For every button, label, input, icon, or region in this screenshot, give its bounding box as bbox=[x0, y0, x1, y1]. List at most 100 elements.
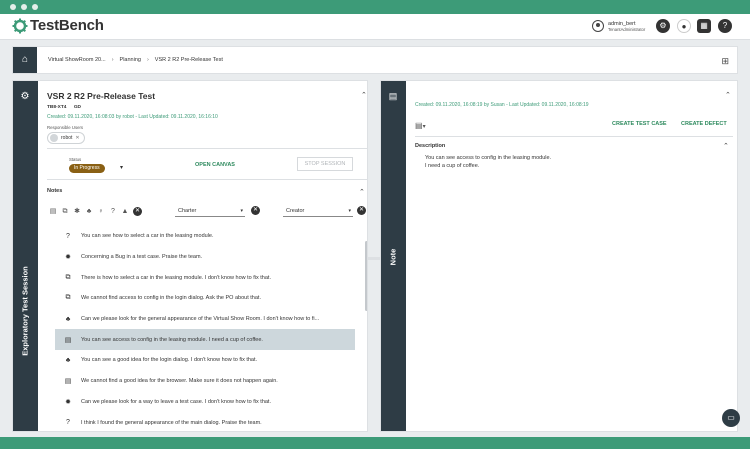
status-label: Status bbox=[69, 157, 82, 162]
breadcrumb-planning[interactable]: Planning bbox=[120, 57, 141, 63]
clear-filter-icon[interactable]: ✕ bbox=[133, 207, 142, 216]
note-text: You can see access to config in the leas… bbox=[81, 336, 263, 343]
filter-puzzle-icon[interactable]: ⧉ bbox=[61, 208, 69, 216]
window-minimize-dot[interactable] bbox=[21, 4, 27, 10]
window-chrome bbox=[0, 0, 750, 14]
notes-list: ? You can see how to select a car in the … bbox=[55, 226, 355, 431]
session-created-info: Created: 09.11.2020, 16:08:03 by robot -… bbox=[47, 114, 218, 120]
calendar-icon[interactable]: ▦ bbox=[697, 19, 711, 33]
note-list-item[interactable]: ✹ Can we please look for a way to leave a… bbox=[55, 392, 355, 413]
window-maximize-dot[interactable] bbox=[32, 4, 38, 10]
testbench-logo[interactable]: TestBench bbox=[12, 17, 104, 34]
help-icon[interactable]: ? bbox=[718, 19, 732, 33]
breadcrumb: Virtual ShowRoom 20... › Planning › VSR … bbox=[48, 57, 223, 63]
create-defect-button[interactable]: CREATE DEFECT bbox=[681, 121, 727, 127]
breadcrumb-session[interactable]: VSR 2 R2 Pre-Release Test bbox=[155, 57, 223, 63]
filter-thumbs-up-icon[interactable]: ♣ bbox=[85, 208, 93, 216]
note-list-item[interactable]: ▤ You can see access to config in the lea… bbox=[55, 329, 355, 351]
breadcrumb-bar: ⌂ Virtual ShowRoom 20... › Planning › VS… bbox=[12, 46, 738, 74]
caret-down-icon: ▾ bbox=[240, 208, 243, 214]
session-panel: ⚙ Exploratory Test Session VSR 2 R2 Pre-… bbox=[12, 80, 368, 432]
calendar-icon: ▤ bbox=[388, 91, 398, 101]
note-list-item[interactable]: ✹ Concerning a Bug in a test case. Praise… bbox=[55, 247, 355, 268]
thumbs-up-icon: ♣ bbox=[65, 315, 71, 323]
chevron-up-icon[interactable]: ⌃ bbox=[361, 91, 367, 99]
note-type-select[interactable]: ▤▾ bbox=[415, 121, 426, 130]
panel-splitter[interactable] bbox=[368, 257, 380, 260]
note-list-item[interactable]: ♣ You can see a good idea for the login d… bbox=[55, 350, 355, 371]
gear-icon: ⚙ bbox=[20, 91, 30, 102]
creator-select[interactable]: Creator ▾ bbox=[283, 205, 353, 217]
filter-bug-icon[interactable]: ✱ bbox=[73, 208, 81, 216]
charter-select[interactable]: Charter ▾ bbox=[175, 205, 245, 217]
note-text: We cannot find a good idea for the brows… bbox=[81, 378, 278, 385]
responsible-users-label: Responsible Users bbox=[47, 125, 84, 130]
chat-button[interactable]: ▭ bbox=[722, 409, 740, 427]
settings-gear-icon[interactable]: ⚙ bbox=[656, 19, 670, 33]
charter-select-value: Charter bbox=[178, 208, 197, 214]
session-title: VSR 2 R2 Pre-Release Test bbox=[47, 91, 156, 101]
chevron-up-icon[interactable]: ⌃ bbox=[723, 142, 729, 150]
session-strip-label: Exploratory Test Session bbox=[20, 266, 30, 356]
note-strip-label: Note bbox=[388, 248, 398, 266]
note-list-item[interactable]: ▤ We cannot find a good idea for the brow… bbox=[55, 371, 355, 392]
remove-chip-icon[interactable]: ✕ bbox=[75, 135, 79, 141]
session-side-strip: ⚙ Exploratory Test Session bbox=[13, 81, 38, 431]
bug-icon: ✹ bbox=[65, 398, 71, 406]
note-list-item[interactable]: ♣ Can we please look for the general appe… bbox=[55, 309, 355, 330]
question-icon: ? bbox=[66, 419, 70, 427]
app-header: TestBench admin_bert TenantAdministrator… bbox=[0, 14, 750, 40]
filter-calendar-icon[interactable]: ▤ bbox=[49, 208, 57, 216]
session-meta: TB8-XT4 GD bbox=[47, 105, 81, 110]
description-text[interactable]: You can see access to config in the leas… bbox=[425, 155, 685, 170]
note-text: We cannot find access to config in the l… bbox=[81, 295, 261, 302]
question-icon: ? bbox=[66, 232, 70, 240]
calendar-icon: ▤ bbox=[64, 336, 72, 344]
window-close-dot[interactable] bbox=[10, 4, 16, 10]
note-list-item[interactable]: ? I think I found the general appearance … bbox=[55, 412, 355, 431]
note-list-item[interactable]: ⧉ There is how to select a car in the lea… bbox=[55, 267, 355, 288]
user-avatar-icon bbox=[592, 20, 604, 32]
note-panel: ▤ Note ⌃ Created: 09.11.2020, 16:08:19 b… bbox=[380, 80, 738, 432]
puzzle-icon: ⧉ bbox=[65, 273, 71, 281]
note-created-info: Created: 09.11.2020, 16:08:19 by Susan -… bbox=[415, 102, 589, 108]
open-canvas-button[interactable]: OPEN CANVAS bbox=[177, 158, 253, 172]
notification-icon[interactable]: ● bbox=[677, 19, 691, 33]
home-button[interactable]: ⌂ bbox=[13, 47, 37, 73]
created-by-link[interactable]: Susan bbox=[491, 102, 505, 108]
note-list-item[interactable]: ? You can see how to select a car in the … bbox=[55, 226, 355, 247]
chevron-up-icon[interactable]: ⌃ bbox=[359, 188, 365, 196]
breadcrumb-project[interactable]: Virtual ShowRoom 20... bbox=[48, 57, 106, 63]
caret-down-icon: ▾ bbox=[422, 124, 426, 130]
filter-warning-icon[interactable]: ▲ bbox=[121, 208, 129, 216]
divider bbox=[415, 136, 733, 137]
note-text: I think I found the general appearance o… bbox=[81, 419, 262, 426]
creator-select-value: Creator bbox=[286, 208, 305, 214]
note-text: There is how to select a car in the leas… bbox=[81, 274, 271, 281]
clear-charter-icon[interactable]: ✕ bbox=[251, 206, 260, 215]
clear-creator-icon[interactable]: ✕ bbox=[357, 206, 366, 215]
chevron-up-icon[interactable]: ⌃ bbox=[725, 91, 731, 99]
home-icon: ⌂ bbox=[21, 54, 29, 65]
note-text: Concerning a Bug in a test case. Praise … bbox=[81, 254, 203, 261]
note-list-item[interactable]: ⧉ We cannot find access to config in the … bbox=[55, 288, 355, 309]
chevron-right-icon: › bbox=[146, 57, 149, 63]
notes-heading: Notes bbox=[47, 188, 63, 194]
session-code: GD bbox=[73, 105, 82, 110]
stop-session-button[interactable]: STOP SESSION bbox=[297, 157, 353, 171]
caret-down-icon[interactable]: ▾ bbox=[120, 164, 123, 171]
user-menu[interactable]: admin_bert TenantAdministrator bbox=[592, 20, 645, 32]
filter-question-icon[interactable]: ? bbox=[109, 208, 117, 216]
created-by-link[interactable]: robot bbox=[123, 114, 134, 120]
brand-name: TestBench bbox=[30, 17, 104, 34]
session-id: TB8-XT4 bbox=[47, 105, 67, 110]
status-badge[interactable]: In Progress bbox=[69, 164, 105, 173]
note-text: Can we please look for the general appea… bbox=[81, 316, 320, 323]
note-text: Can we please look for a way to leave a … bbox=[81, 398, 271, 405]
grid-view-icon[interactable]: ⊞ bbox=[721, 56, 729, 67]
create-test-case-button[interactable]: CREATE TEST CASE bbox=[612, 121, 667, 127]
chevron-right-icon: › bbox=[111, 57, 114, 63]
notes-scrollbar[interactable] bbox=[365, 241, 367, 311]
responsible-user-chip[interactable]: robot ✕ bbox=[47, 132, 85, 144]
filter-bulb-icon[interactable]: ♀ bbox=[97, 208, 105, 216]
